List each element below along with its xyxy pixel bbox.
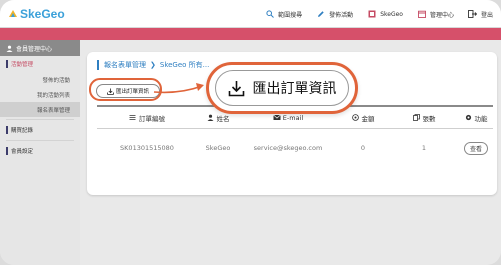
col-label: E-mail <box>282 113 304 122</box>
calendar-icon <box>417 9 427 19</box>
export-callout-button: 匯出訂單資訊 <box>215 70 349 106</box>
callout-label: 匯出訂單資訊 <box>252 81 337 97</box>
sidebar-section-label: 活動管理 <box>11 62 34 68</box>
user-icon <box>207 114 214 121</box>
search-icon <box>265 9 275 19</box>
col-label: 姓名 <box>216 114 230 123</box>
accent-band <box>0 28 501 40</box>
col-label: 功能 <box>474 114 488 123</box>
col-label: 訂單編號 <box>139 114 165 123</box>
sidebar-item-label: 報名表單管理 <box>36 107 70 114</box>
sidebar-section-label: 購買記錄 <box>11 128 34 134</box>
section-marker <box>6 147 8 155</box>
col-label: 張數 <box>422 114 436 123</box>
section-marker <box>6 60 8 68</box>
sidebar-section-purchase-history[interactable]: 購買記錄 <box>0 122 80 138</box>
callout-arrow <box>153 83 204 94</box>
section-marker <box>6 126 8 134</box>
cell-actions: 查看 <box>459 141 493 155</box>
breadcrumb-item-forms[interactable]: 報名表單管理 <box>104 60 146 70</box>
nav-management-center[interactable]: 管理中心 <box>417 9 454 19</box>
sidebar-section-member-settings[interactable]: 會員設定 <box>0 143 80 159</box>
skegeo-icon <box>367 9 377 19</box>
sidebar-item-published-events[interactable]: 發佈的活動 <box>0 72 80 87</box>
nav-range-search[interactable]: 範圍搜尋 <box>265 9 302 19</box>
sidebar: 會員管理中心 活動管理 發佈的活動 我的活動列表 報名表單管理 購買記錄 會員設… <box>0 40 80 265</box>
chevron-right-icon: ❯ <box>150 61 156 69</box>
nav-skegeo[interactable]: SkeGeo <box>367 9 403 19</box>
screenshot-frame: SkeGeo 範圍搜尋 發佈活動 SkeGeo 管理中心 登出 會員管理中心 活… <box>0 0 501 265</box>
nav-logout[interactable]: 登出 <box>468 9 493 19</box>
sidebar-section-event-management[interactable]: 活動管理 <box>0 56 80 72</box>
breadcrumb-item-event: SkeGeo 所有... <box>159 61 210 69</box>
col-name: 姓名 <box>197 113 239 123</box>
breadcrumb: 報名表單管理 ❯ SkeGeo 所有... <box>97 60 209 70</box>
top-header: SkeGeo 範圍搜尋 發佈活動 SkeGeo 管理中心 登出 <box>0 0 501 28</box>
export-callout: 匯出訂單資訊 <box>206 62 358 114</box>
nav-label: 登出 <box>480 11 493 19</box>
divider <box>6 140 74 141</box>
sidebar-item-label: 我的活動列表 <box>36 92 70 99</box>
col-order-id: 訂單編號 <box>97 113 197 123</box>
cell-order-id: SK01301515080 <box>120 144 174 152</box>
sidebar-section-label: 會員設定 <box>11 149 34 155</box>
logo-icon <box>8 9 18 19</box>
nav-label: 管理中心 <box>429 11 454 19</box>
cell-name: SkeGeo <box>205 144 231 152</box>
logo-text: SkeGeo <box>20 7 65 21</box>
cell-email: service@skegeo.com <box>253 144 323 152</box>
nav-label: 發佈活動 <box>329 11 354 19</box>
edit-icon <box>316 9 326 19</box>
cell-amount: 0 <box>360 144 366 152</box>
list-icon <box>129 114 136 121</box>
sidebar-item-registration-forms[interactable]: 報名表單管理 <box>0 102 80 117</box>
divider <box>6 119 74 120</box>
logo[interactable]: SkeGeo <box>8 7 65 21</box>
download-icon <box>228 80 245 97</box>
view-button[interactable]: 查看 <box>463 141 488 155</box>
sidebar-header-label: 會員管理中心 <box>16 45 53 53</box>
nav-publish-event[interactable]: 發佈活動 <box>316 9 353 19</box>
user-icon <box>6 45 13 52</box>
breadcrumb-marker <box>97 60 99 70</box>
mail-icon <box>273 114 281 121</box>
coin-icon <box>351 114 359 121</box>
sidebar-item-label: 發佈的活動 <box>42 77 70 84</box>
sidebar-header: 會員管理中心 <box>0 40 80 56</box>
top-nav: 範圍搜尋 發佈活動 SkeGeo 管理中心 登出 <box>251 0 493 28</box>
col-label: 金額 <box>361 114 375 123</box>
nav-label: 範圍搜尋 <box>278 11 303 19</box>
sidebar-item-my-events[interactable]: 我的活動列表 <box>0 87 80 102</box>
col-amount: 金額 <box>337 113 389 123</box>
cell-count: 1 <box>421 144 427 152</box>
col-count: 張數 <box>389 113 459 123</box>
nav-label: SkeGeo <box>380 10 403 18</box>
table-row: SK01301515080 SkeGeo service@skegeo.com … <box>97 140 493 156</box>
gear-icon <box>465 114 472 121</box>
col-email: E-mail <box>239 114 337 122</box>
copy-icon <box>412 114 420 121</box>
logout-icon <box>468 9 478 19</box>
col-actions: 功能 <box>459 113 493 123</box>
